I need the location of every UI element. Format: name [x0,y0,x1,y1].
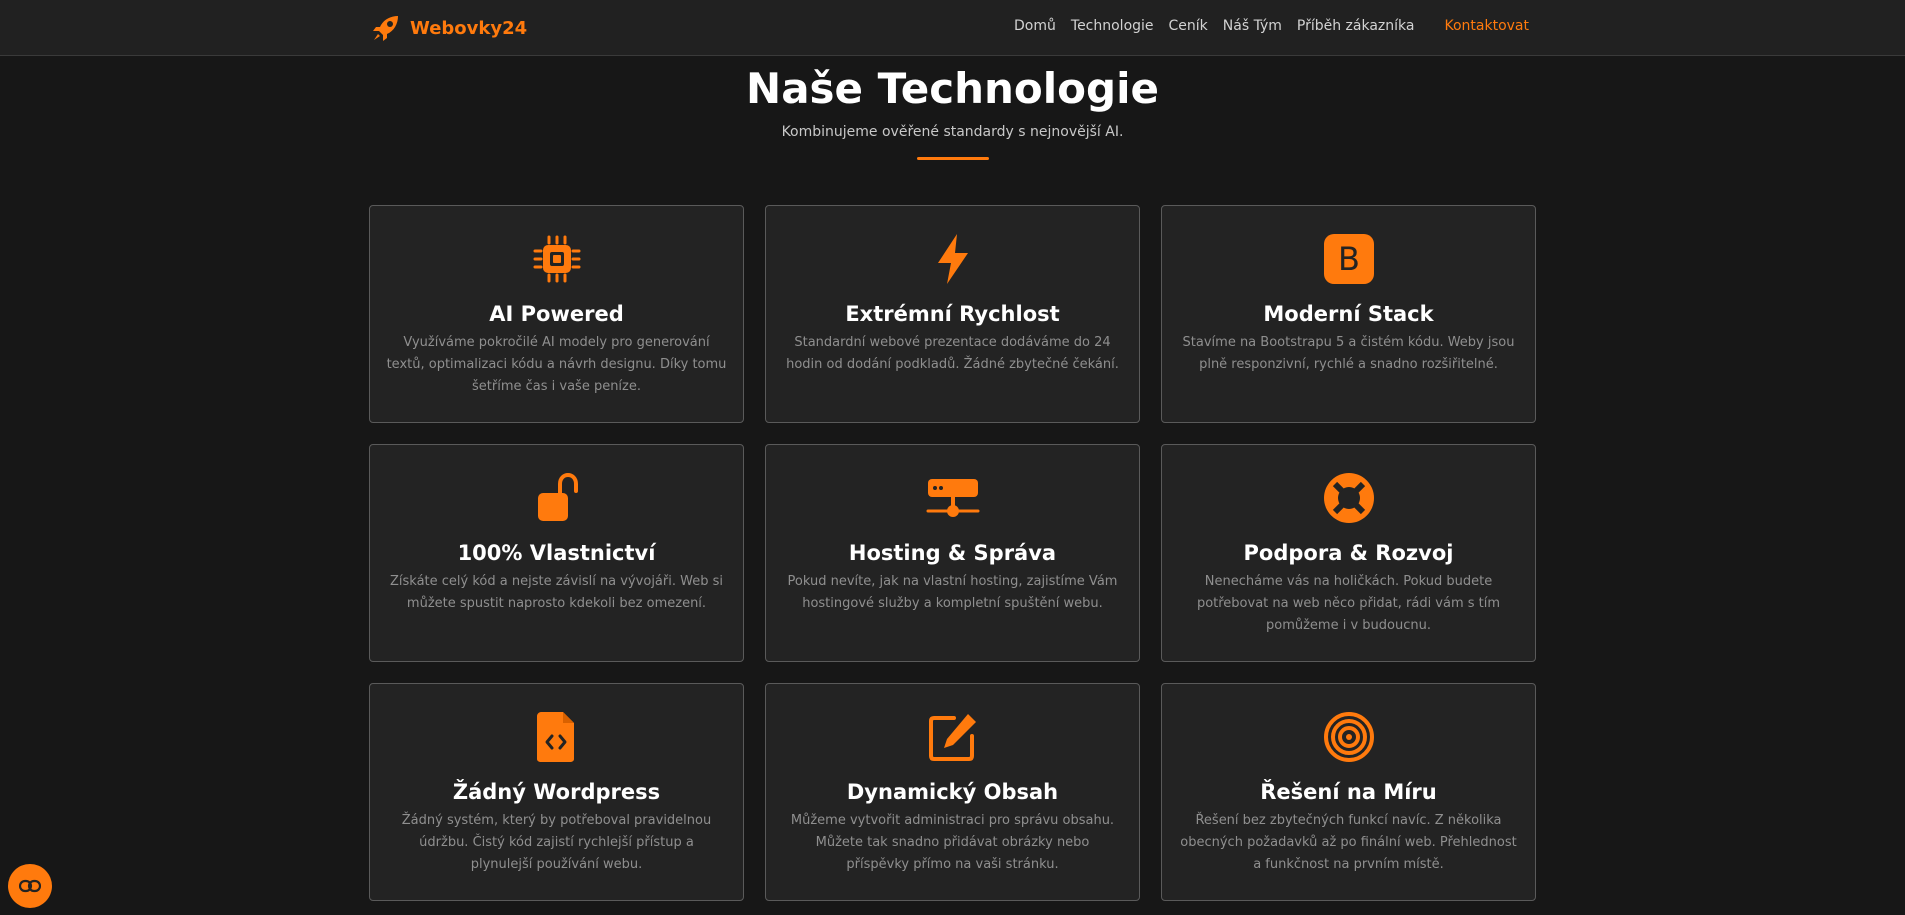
link-icon [19,879,41,893]
card-dynamicky-obsah: Dynamický Obsah Můžeme vytvořit administ… [765,683,1140,901]
card-title: Podpora & Rozvoj [1243,541,1454,565]
nav-link-tym[interactable]: Náš Tým [1223,18,1282,34]
card-title: Hosting & Správa [848,541,1057,565]
card-text: Pokud nevíte, jak na vlastní hosting, za… [787,574,1118,611]
card-text: Získáte celý kód a nejste závislí na výv… [390,574,723,611]
card-text: Nenecháme vás na holičkách. Pokud budete… [1196,574,1501,633]
card-text: Žádný systém, který by potřeboval pravid… [401,813,712,872]
brand-name: Webovky24 [410,17,528,39]
bootstrap-icon: B [1322,232,1376,286]
nav-link-cenik[interactable]: Ceník [1169,18,1208,34]
nav-link-kontakt[interactable]: Kontaktovat [1444,18,1529,34]
card-vlastnictvi: 100% Vlastnictví Získáte celý kód a nejs… [369,444,744,662]
card-podpora: Podpora & Rozvoj Nenecháme vás na holičk… [1161,444,1536,662]
floating-link-button[interactable] [8,864,52,908]
nav-link-pribeh[interactable]: Příběh zákazníka [1297,18,1415,34]
card-title: Řešení na Míru [1260,780,1437,804]
nav-links: Domů Technologie Ceník Náš Tým Příběh zá… [999,18,1529,34]
card-reseni-na-miru: Řešení na Míru Řešení bez zbytečných fun… [1161,683,1536,901]
card-moderni-stack: B Moderní Stack Stavíme na Bootstrapu 5 … [1161,205,1536,423]
svg-text:B: B [1338,240,1360,278]
brand-link[interactable]: Webovky24 [370,12,527,44]
card-title: AI Powered [489,302,624,326]
card-title: Moderní Stack [1263,302,1434,326]
nav-link-domu[interactable]: Domů [1014,18,1056,34]
technology-grid: AI Powered Využíváme pokročilé AI modely… [369,205,1536,901]
card-extremni-rychlost: Extrémní Rychlost Standardní webové prez… [765,205,1140,423]
target-icon [1322,710,1376,764]
card-zadny-wordpress: Žádný Wordpress Žádný systém, který by p… [369,683,744,901]
page-title: Naše Technologie [746,64,1159,113]
lightning-icon [926,232,980,286]
card-text: Řešení bez zbytečných funkcí navíc. Z ně… [1180,813,1517,872]
card-ai-powered: AI Powered Využíváme pokročilé AI modely… [369,205,744,423]
card-title: 100% Vlastnictví [457,541,656,565]
card-text: Standardní webové prezentace dodáváme do… [786,335,1119,372]
title-underline [917,157,989,160]
card-text: Využíváme pokročilé AI modely pro genero… [386,335,727,394]
page-subtitle: Kombinujeme ověřené standardy s nejnověj… [781,124,1124,140]
card-hosting: Hosting & Správa Pokud nevíte, jak na vl… [765,444,1140,662]
card-title: Extrémní Rychlost [845,302,1060,326]
rocket-icon [373,16,398,41]
card-text: Stavíme na Bootstrapu 5 a čistém kódu. W… [1182,335,1515,372]
card-title: Dynamický Obsah [846,780,1059,804]
edit-icon [926,710,980,764]
cpu-icon [530,232,584,286]
server-icon [926,471,980,525]
unlock-icon [530,471,584,525]
nav-link-technologie[interactable]: Technologie [1071,18,1154,34]
card-text: Můžeme vytvořit administraci pro správu … [790,813,1115,872]
lifebuoy-icon [1322,471,1376,525]
file-code-icon [530,710,584,764]
card-title: Žádný Wordpress [452,780,661,804]
navbar: Webovky24 Domů Technologie Ceník Náš Tým… [0,0,1905,56]
